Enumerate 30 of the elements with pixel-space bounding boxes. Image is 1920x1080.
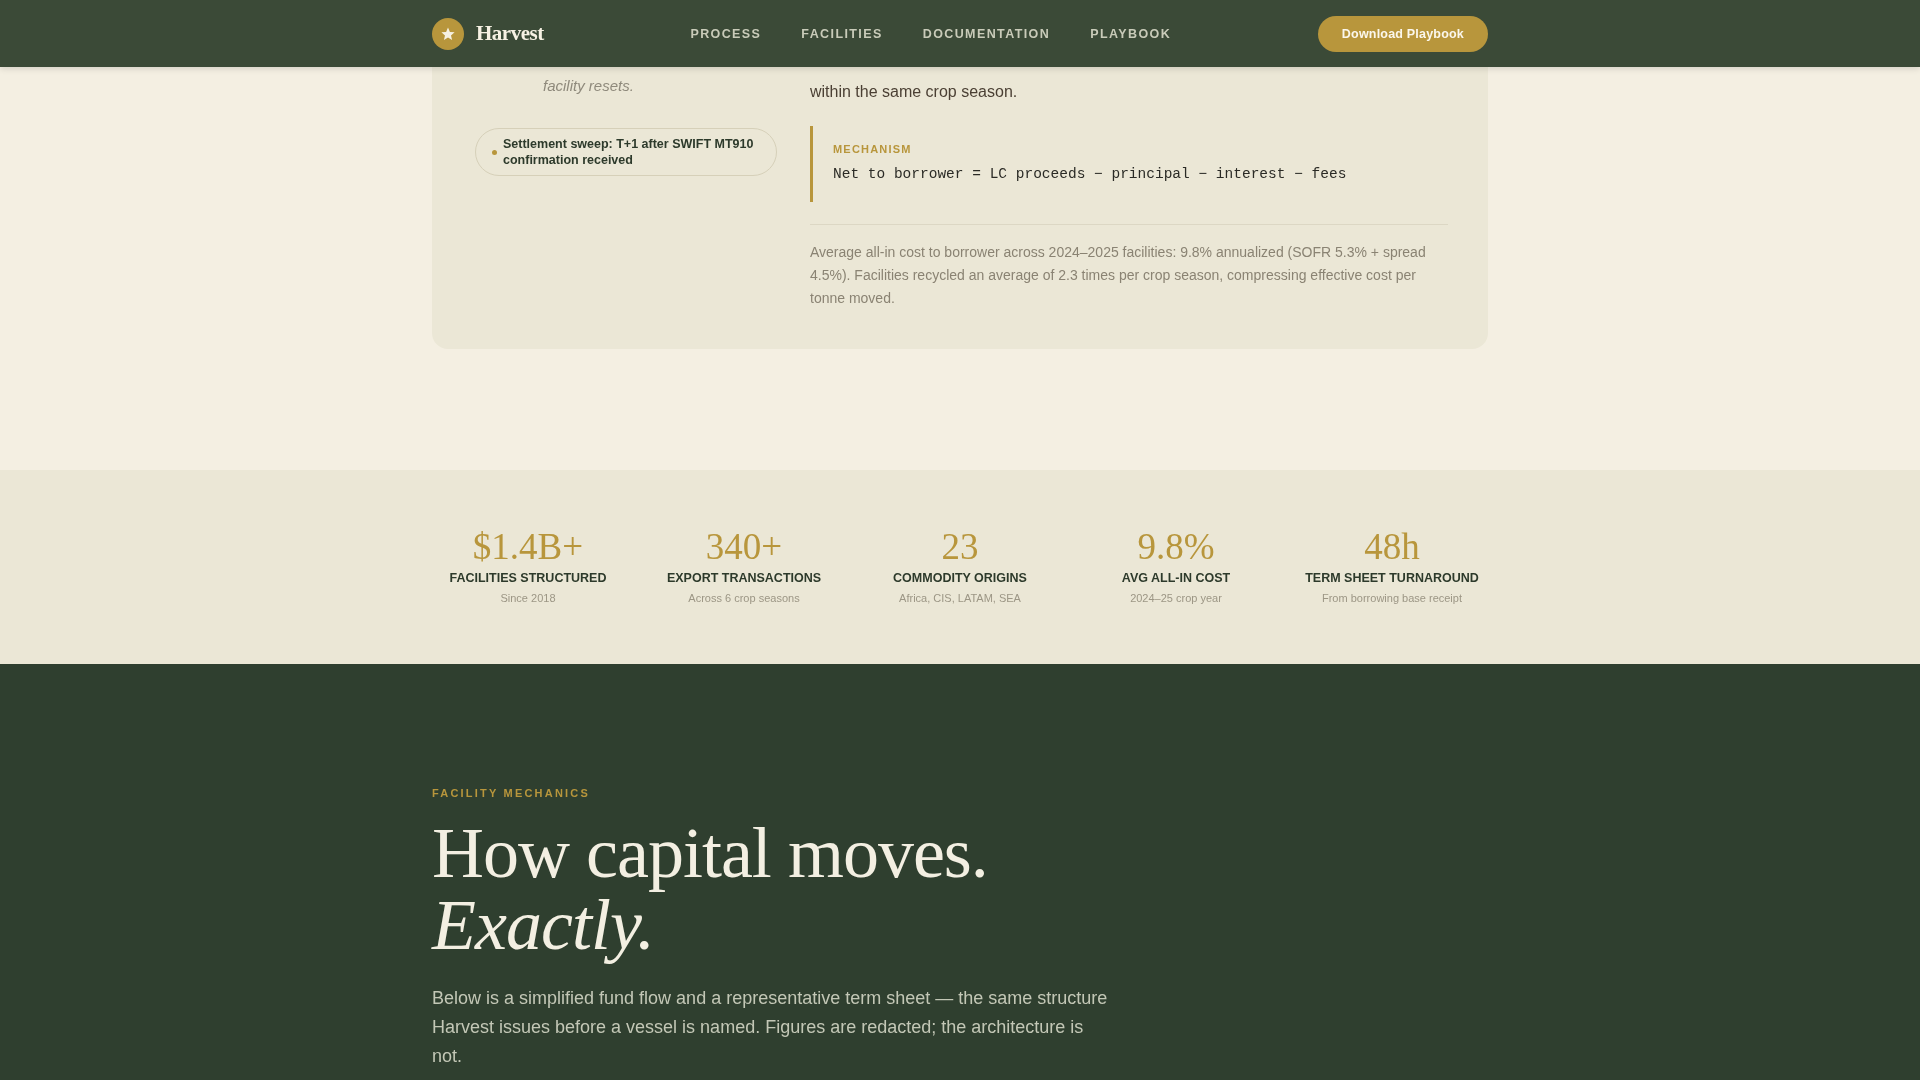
stat-value: $1.4B+ — [472, 527, 584, 567]
formula-text: Net to borrower = LC proceeds − principal − interest − fees — [833, 165, 1348, 184]
stat-label: COMMODITY ORIGINS — [893, 570, 1027, 586]
nav-link[interactable]: PLAYBOOK — [1090, 26, 1172, 41]
stat-caption: 2024–25 crop year — [1130, 591, 1222, 605]
nav-link[interactable]: PROCESS — [690, 26, 762, 41]
section-eyebrow: FACILITY MECHANICS — [432, 786, 590, 800]
settlement-text: Settlement sweep: T+1 after SWIFT MT910 confirmation received — [503, 136, 755, 168]
status-dot-icon — [492, 149, 497, 155]
stat-value: 23 — [941, 527, 979, 567]
nav-link[interactable]: DOCUMENTATION — [922, 26, 1051, 41]
stat-label: TERM SHEET TURNAROUND — [1305, 570, 1479, 586]
stat-caption: Since 2018 — [500, 591, 556, 605]
stat-value: 340+ — [705, 527, 783, 567]
intro-paragraph: Below is a simplified fund flow and a representative term sheet — the same structure Harvest issues before a vessel is named. Figures are redacted; the architecture is not. — [432, 987, 1109, 1068]
body-text: within the same crop season. — [810, 82, 1019, 102]
mechanism-label: MECHANISM — [833, 142, 913, 156]
stat-label: AVG ALL-IN COST — [1121, 570, 1231, 586]
star-logo-icon[interactable] — [432, 17, 464, 50]
stat-caption: From borrowing base receipt — [1322, 591, 1462, 605]
step-note: facility resets. — [543, 76, 635, 96]
stat-caption: Across 6 crop seasons — [688, 591, 800, 605]
stat-label: FACILITIES STRUCTURED — [449, 570, 607, 586]
nav-link[interactable]: FACILITIES — [801, 26, 883, 41]
stat-value: 48h — [1364, 527, 1420, 567]
cost-footnote: Average all-in cost to borrower across 2024–2025 facilities: 9.8% annualized (SOFR 5.3% + spread 4.5%). Facilities recycled an average of 2.3 times per crop season, compressing effective cost per tonne moved. — [810, 243, 1427, 308]
stat-value: 9.8% — [1137, 527, 1215, 567]
stat-caption: Africa, CIS, LATAM, SEA — [899, 591, 1021, 605]
stat-label: EXPORT TRANSACTIONS — [666, 570, 822, 586]
brand-name[interactable]: Harvest — [476, 21, 544, 46]
